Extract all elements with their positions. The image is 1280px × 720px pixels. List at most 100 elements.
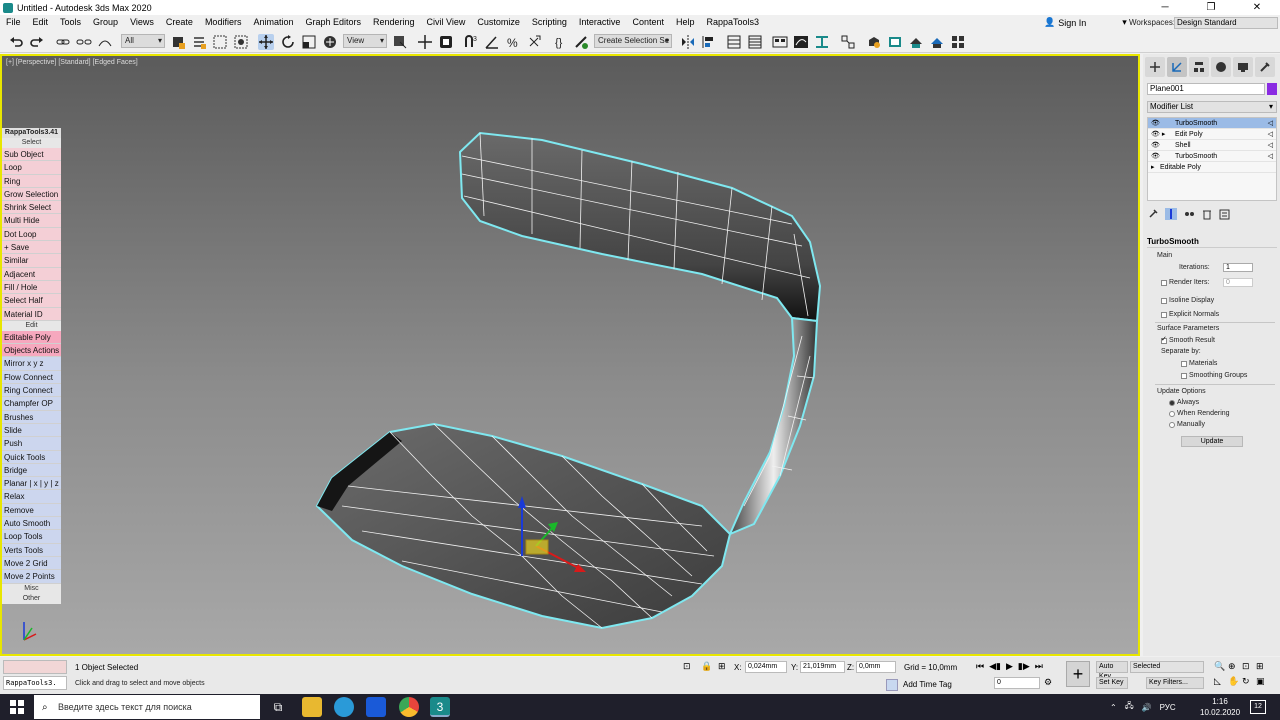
menu-customize[interactable]: Customize	[471, 15, 526, 30]
section-other[interactable]: Other	[2, 593, 61, 604]
task-view-icon[interactable]: ⧉	[268, 697, 288, 717]
modify-tab-icon[interactable]	[1167, 57, 1187, 77]
undo-icon[interactable]	[8, 34, 24, 50]
rt-bridge-button[interactable]: Bridge	[2, 463, 61, 478]
named-selection-sets-dropdown[interactable]: Create Selection Se	[594, 34, 672, 48]
previous-frame-icon[interactable]: ◀▮	[989, 661, 1001, 672]
material-editor-icon[interactable]	[840, 34, 856, 50]
reference-coord-dropdown[interactable]: View	[343, 34, 387, 48]
key-filters-button[interactable]: Key Filters...	[1146, 677, 1204, 689]
menu-edit[interactable]: Edit	[27, 15, 55, 30]
menu-rendering[interactable]: Rendering	[367, 15, 421, 30]
minimize-button[interactable]: ─	[1142, 0, 1188, 15]
rt-adjacent-button[interactable]: Adjacent	[2, 267, 61, 281]
rt-push-button[interactable]: Push	[2, 437, 61, 451]
render-setup-icon[interactable]	[866, 34, 882, 50]
rt-save-button[interactable]: + Save	[2, 241, 61, 255]
modifier-list-dropdown[interactable]: Modifier List	[1147, 101, 1277, 113]
motion-tab-icon[interactable]	[1211, 57, 1231, 77]
isoline-display-checkbox[interactable]	[1161, 298, 1167, 304]
hierarchy-tab-icon[interactable]	[1189, 57, 1209, 77]
render-production-icon[interactable]	[908, 34, 924, 50]
rt-move-2-grid-button[interactable]: Move 2 Grid	[2, 556, 61, 571]
configure-modifier-sets-icon[interactable]	[1219, 208, 1231, 220]
stack-item-edit-poly[interactable]: 👁 ▸ Edit Poly ◁	[1148, 129, 1276, 140]
telegram-icon[interactable]	[334, 697, 354, 717]
stack-item-turbosmooth-top[interactable]: 👁 TurboSmooth ◁	[1148, 118, 1276, 129]
mirror-icon[interactable]	[680, 34, 696, 50]
layer-explorer-icon[interactable]	[747, 34, 763, 50]
rt-editable-poly-button[interactable]: Editable Poly	[2, 330, 61, 345]
utilities-tab-icon[interactable]	[1255, 57, 1275, 77]
section-misc[interactable]: Misc	[2, 583, 61, 594]
always-radio[interactable]	[1169, 400, 1175, 406]
window-crossing-icon[interactable]	[233, 34, 249, 50]
scale-icon[interactable]	[301, 34, 317, 50]
move-icon[interactable]	[258, 34, 274, 50]
close-button[interactable]: ✕	[1234, 0, 1280, 15]
rt-relax-button[interactable]: Relax	[2, 490, 61, 504]
lock-selection-icon[interactable]: 🔒	[701, 661, 712, 672]
add-time-tag-label[interactable]: Add Time Tag	[903, 680, 952, 689]
zoom-extents-all-icon[interactable]: ⊞	[1256, 661, 1270, 672]
set-key-big-icon[interactable]: +	[1066, 661, 1090, 687]
maxscript-listener-field[interactable]	[3, 660, 67, 674]
rt-quick-tools-button[interactable]: Quick Tools	[2, 450, 61, 464]
rt-auto-smooth-button[interactable]: Auto Smooth	[2, 517, 61, 531]
maximize-button[interactable]: ❐	[1188, 0, 1234, 15]
time-config-icon[interactable]: ⚙	[1044, 677, 1052, 688]
rt-mirror-button[interactable]: Mirror x y z	[2, 357, 61, 371]
rt-loop-button[interactable]: Loop	[2, 161, 61, 175]
render-online-icon[interactable]	[950, 34, 966, 50]
orbit-icon[interactable]: ↻	[1242, 676, 1256, 687]
snaps-toggle-icon[interactable]: 3	[463, 34, 479, 50]
manually-radio[interactable]	[1169, 422, 1175, 428]
scene-explorer-icon[interactable]	[726, 34, 742, 50]
menu-help[interactable]: Help	[670, 15, 701, 30]
select-manipulate-icon[interactable]	[417, 34, 433, 50]
rt-slide-button[interactable]: Slide	[2, 423, 61, 438]
stack-item-turbosmooth-base[interactable]: 👁 TurboSmooth ◁	[1148, 151, 1276, 162]
network-icon[interactable]: 🖧	[1125, 700, 1134, 714]
stack-item-shell[interactable]: 👁 Shell ◁	[1148, 140, 1276, 151]
object-color-swatch[interactable]	[1267, 83, 1277, 95]
rt-dot-loop-button[interactable]: Dot Loop	[2, 227, 61, 242]
keyboard-shortcut-icon[interactable]	[438, 34, 454, 50]
field-of-view-icon[interactable]: ◺	[1214, 676, 1228, 687]
zoom-icon[interactable]: 🔍	[1214, 661, 1228, 672]
maximize-viewport-icon[interactable]: ▣	[1256, 676, 1270, 687]
show-end-result-icon[interactable]	[1165, 208, 1177, 220]
clock[interactable]: 1:16 10.02.2020	[1200, 694, 1240, 720]
eye-icon[interactable]: 👁	[1151, 140, 1160, 151]
rt-verts-tools-button[interactable]: Verts Tools	[2, 543, 61, 557]
play-icon[interactable]: ▶	[1006, 661, 1013, 672]
sign-in-button[interactable]: 👤 Sign In ▾	[1044, 15, 1127, 30]
perspective-viewport[interactable]: [+] [Perspective] [Standard] [Edged Face…	[0, 54, 1140, 656]
set-key-button[interactable]: Set Key	[1096, 677, 1128, 689]
chrome-icon[interactable]	[399, 697, 419, 717]
smooth-result-checkbox[interactable]	[1161, 335, 1167, 344]
edit-selection-set-icon[interactable]	[573, 34, 589, 50]
next-frame-icon[interactable]: ▮▶	[1018, 661, 1030, 672]
eye-icon[interactable]: 👁	[1151, 118, 1160, 129]
menu-interactive[interactable]: Interactive	[573, 15, 627, 30]
menu-scripting[interactable]: Scripting	[526, 15, 573, 30]
pan-icon[interactable]: ✋	[1228, 676, 1242, 687]
menu-rappatools[interactable]: RappaTools3	[701, 15, 766, 30]
unlink-icon[interactable]	[76, 34, 92, 50]
notifications-icon[interactable]: 12	[1250, 700, 1266, 714]
eye-icon[interactable]: 👁 ▸	[1151, 129, 1165, 140]
rt-select-half-button[interactable]: Select Half	[2, 294, 61, 308]
expand-arrow-icon[interactable]: ▸	[1151, 162, 1155, 173]
pivot-center-icon[interactable]	[392, 34, 408, 50]
language-indicator[interactable]: РУС	[1160, 703, 1176, 712]
ms-store-icon[interactable]	[366, 697, 386, 717]
menu-group[interactable]: Group	[87, 15, 124, 30]
iterations-spinner[interactable]: 1	[1223, 263, 1253, 272]
ribbon-toggle-icon[interactable]	[772, 34, 788, 50]
angle-snap-icon[interactable]	[484, 34, 500, 50]
zoom-extents-icon[interactable]: ⊡	[1242, 661, 1256, 672]
rt-ring-connect-button[interactable]: Ring Connect	[2, 384, 61, 398]
3dsmax-taskbar-icon[interactable]: 3	[430, 697, 450, 717]
menu-views[interactable]: Views	[124, 15, 160, 30]
